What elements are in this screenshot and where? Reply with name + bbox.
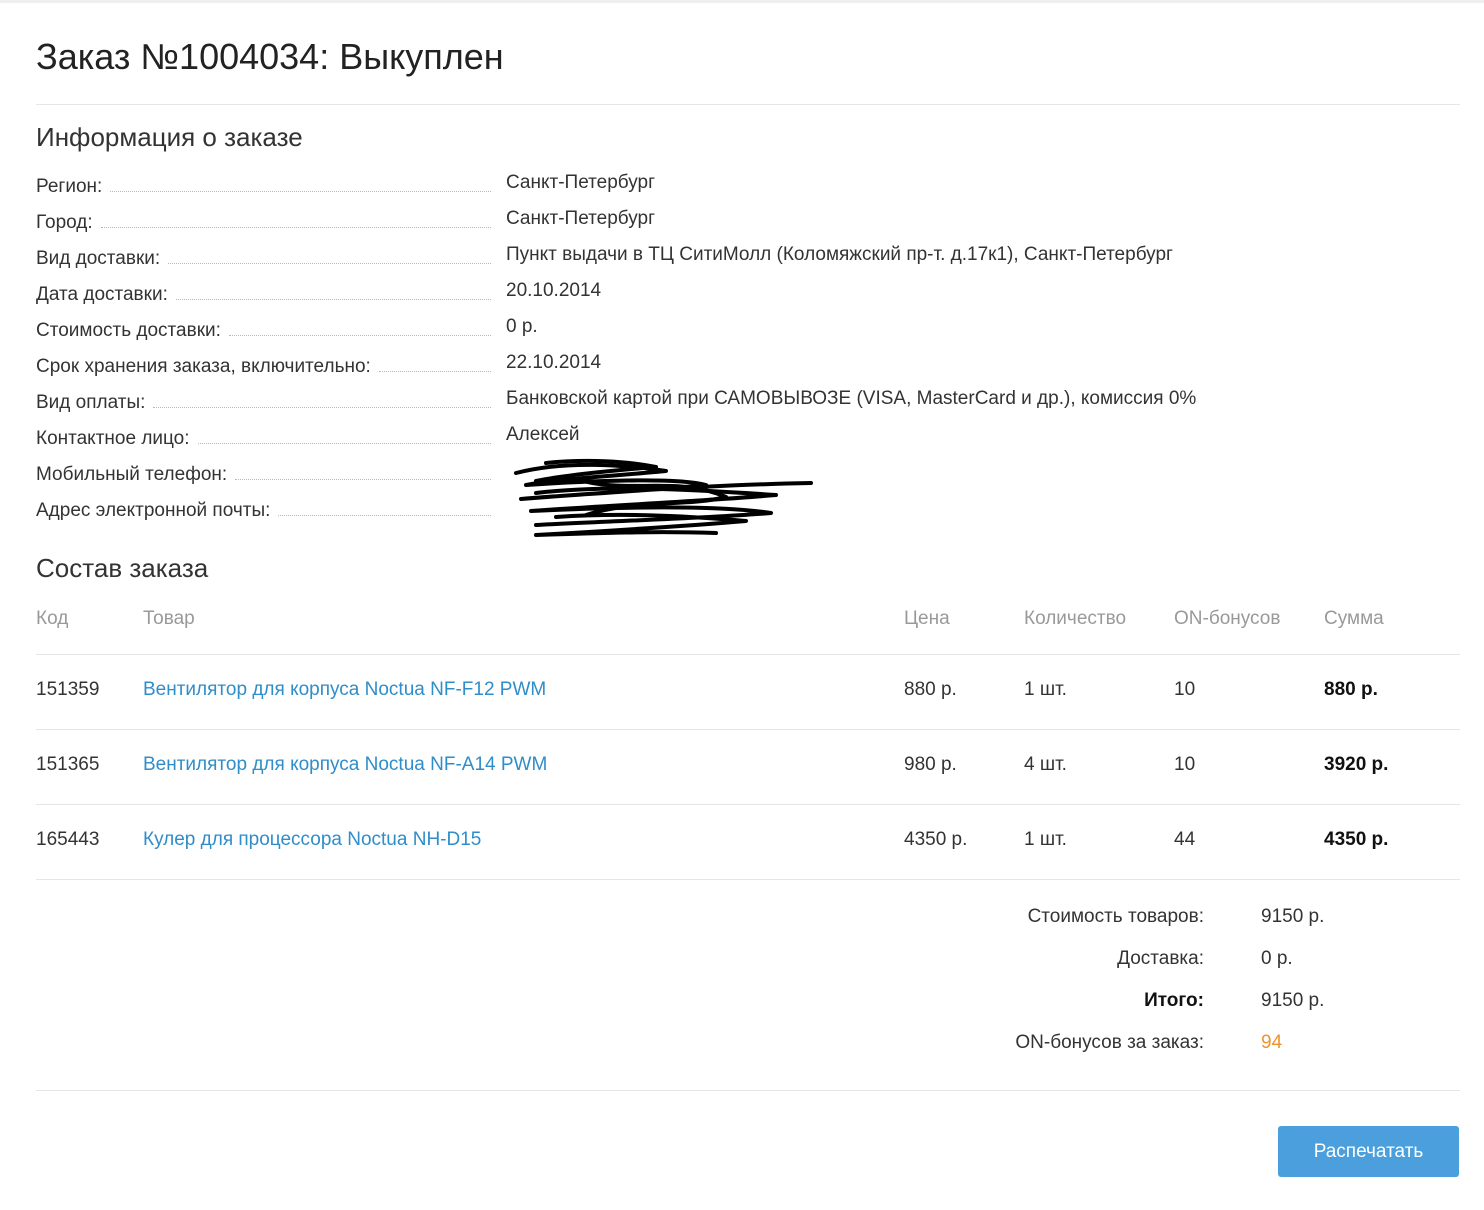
goods-cost-label: Стоимость товаров: xyxy=(1027,906,1204,927)
info-value: Пункт выдачи в ТЦ СитиМолл (Коломяжский … xyxy=(506,244,1173,265)
page-title: Заказ №1004034: Выкуплен xyxy=(36,36,504,77)
cell-price: 980 р. xyxy=(904,754,957,775)
info-label: Контактное лицо: xyxy=(36,428,190,449)
info-value: 22.10.2014 xyxy=(506,352,602,373)
top-border xyxy=(0,0,1484,3)
divider xyxy=(36,729,1460,730)
cell-sum: 4350 р. xyxy=(1324,829,1389,850)
divider xyxy=(36,104,1460,105)
cell-bonus: 10 xyxy=(1174,754,1196,775)
info-label: Дата доставки: xyxy=(36,284,168,305)
column-header-product: Товар xyxy=(143,608,195,629)
cell-code: 151365 xyxy=(36,754,100,775)
info-value: Санкт-Петербург xyxy=(506,208,656,229)
info-value: Алексей xyxy=(506,424,580,445)
info-value: 20.10.2014 xyxy=(506,280,602,301)
cell-price: 4350 р. xyxy=(904,829,968,850)
dotted-leader xyxy=(278,514,491,516)
dotted-leader xyxy=(197,442,491,444)
info-label: Стоимость доставки: xyxy=(36,320,221,341)
column-header-quantity: Количество xyxy=(1024,608,1127,629)
info-row-contact: Контактное лицо: Алексей xyxy=(36,420,1460,456)
dotted-leader xyxy=(100,226,491,228)
redaction-scribble xyxy=(514,458,813,537)
dotted-leader xyxy=(175,298,491,300)
product-link[interactable]: Вентилятор для корпуса Noctua NF-F12 PWM xyxy=(143,679,546,701)
cell-price: 880 р. xyxy=(904,679,957,700)
cell-quantity: 1 шт. xyxy=(1024,829,1067,850)
info-label: Адрес электронной почты: xyxy=(36,500,271,521)
cell-bonus: 44 xyxy=(1174,829,1196,850)
cell-quantity: 4 шт. xyxy=(1024,754,1067,775)
info-row-payment-type: Вид оплаты: Банковской картой при САМОВЫ… xyxy=(36,384,1460,420)
section-heading-info: Информация о заказе xyxy=(36,122,303,152)
dotted-leader xyxy=(378,370,491,372)
info-row-delivery-cost: Стоимость доставки: 0 р. xyxy=(36,312,1460,348)
info-label: Город: xyxy=(36,212,93,233)
column-header-bonus: ON-бонусов xyxy=(1174,608,1281,629)
product-link[interactable]: Вентилятор для корпуса Noctua NF-A14 PWM xyxy=(143,754,547,776)
print-button[interactable]: Распечатать xyxy=(1278,1126,1459,1177)
delivery-cost-label: Доставка: xyxy=(1117,948,1204,969)
delivery-cost-value: 0 р. xyxy=(1261,948,1293,969)
cell-sum: 3920 р. xyxy=(1324,754,1389,775)
divider xyxy=(36,879,1460,880)
section-heading-items: Состав заказа xyxy=(36,553,209,583)
goods-cost-value: 9150 р. xyxy=(1261,906,1325,927)
info-label: Регион: xyxy=(36,176,103,197)
divider xyxy=(36,1090,1460,1091)
divider xyxy=(36,654,1460,655)
info-row-delivery-type: Вид доставки: Пункт выдачи в ТЦ СитиМолл… xyxy=(36,240,1460,276)
dotted-leader xyxy=(168,262,491,264)
total-value: 9150 р. xyxy=(1261,990,1325,1011)
info-row-region: Регион: Санкт-Петербург xyxy=(36,168,1460,204)
info-label: Мобильный телефон: xyxy=(36,464,228,485)
cell-bonus: 10 xyxy=(1174,679,1196,700)
cell-sum: 880 р. xyxy=(1324,679,1378,700)
info-row-city: Город: Санкт-Петербург xyxy=(36,204,1460,240)
dotted-leader xyxy=(228,334,491,336)
info-value: Банковской картой при САМОВЫВОЗЕ (VISA, … xyxy=(506,388,1197,409)
order-bonus-value: 94 xyxy=(1261,1032,1283,1053)
column-header-sum: Сумма xyxy=(1324,608,1384,629)
column-header-price: Цена xyxy=(904,608,950,629)
info-label: Вид оплаты: xyxy=(36,392,146,413)
dotted-leader xyxy=(153,406,491,408)
info-label: Срок хранения заказа, включительно: xyxy=(36,356,371,377)
product-link[interactable]: Кулер для процессора Noctua NH-D15 xyxy=(143,829,481,851)
column-header-code: Код xyxy=(36,608,69,629)
total-label: Итого: xyxy=(1144,990,1204,1011)
info-value: 0 р. xyxy=(506,316,538,337)
divider xyxy=(36,804,1460,805)
info-row-delivery-date: Дата доставки: 20.10.2014 xyxy=(36,276,1460,312)
cell-code: 165443 xyxy=(36,829,100,850)
info-label: Вид доставки: xyxy=(36,248,161,269)
dotted-leader xyxy=(235,478,491,480)
cell-quantity: 1 шт. xyxy=(1024,679,1067,700)
info-row-storage-period: Срок хранения заказа, включительно: 22.1… xyxy=(36,348,1460,384)
info-value: Санкт-Петербург xyxy=(506,172,656,193)
dotted-leader xyxy=(110,190,491,192)
cell-code: 151359 xyxy=(36,679,100,700)
order-bonus-label: ON-бонусов за заказ: xyxy=(1015,1032,1204,1053)
